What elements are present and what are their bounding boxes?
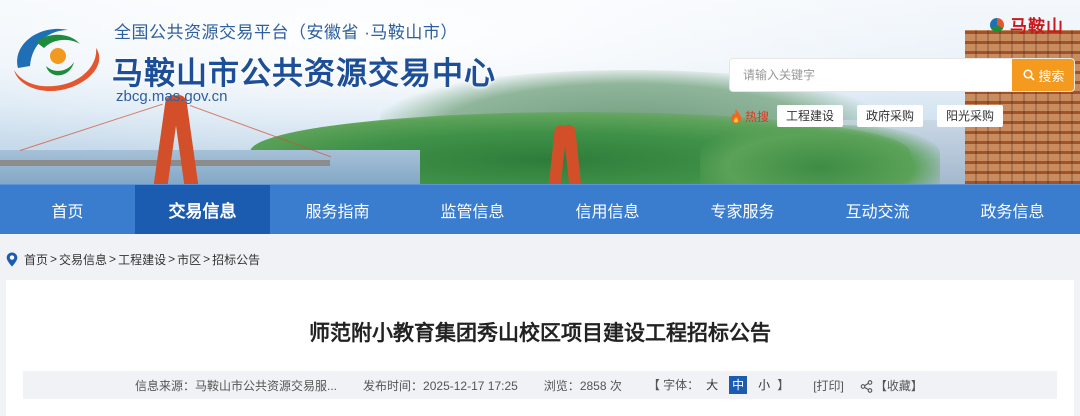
font-size-open: 【 字体： (647, 378, 700, 392)
breadcrumb-engineering[interactable]: 工程建设 (118, 251, 166, 268)
font-size-large-button[interactable]: 大 (703, 376, 721, 394)
nav-item-service-guide[interactable]: 服务指南 (270, 185, 405, 234)
favorite-button[interactable]: 【收藏】 (860, 377, 923, 394)
meta-time: 发布时间：2025-12-17 17:25 (363, 377, 518, 394)
font-size-small-button[interactable]: 小 (755, 376, 773, 394)
nav-item-supervision[interactable]: 监管信息 (405, 185, 540, 234)
breadcrumb-trading-info[interactable]: 交易信息 (59, 251, 107, 268)
meta-source-label: 信息来源： (135, 378, 196, 393)
search-box: 搜索 (729, 58, 1075, 92)
breadcrumb-separator: > (203, 252, 211, 266)
fire-icon (731, 109, 741, 123)
breadcrumb-separator: > (50, 252, 58, 266)
hot-tag-gov-procurement[interactable]: 政府采购 (857, 105, 924, 127)
favorite-label: 【收藏】 (874, 378, 923, 393)
meta-views-value: 2858 次 (579, 378, 622, 393)
search-button-label: 搜索 (1038, 68, 1065, 84)
font-size-control: 【 字体：大中小】 (648, 376, 789, 394)
nav-item-trading-info[interactable]: 交易信息 (135, 185, 270, 234)
banner-forest-right (700, 125, 940, 184)
breadcrumb: 首页 > 交易信息 > 工程建设 > 市区 > 招标公告 (6, 249, 260, 269)
main-nav: 首页 交易信息 服务指南 监管信息 信用信息 专家服务 互动交流 政务信息 (0, 184, 1080, 234)
meta-source: 信息来源：马鞍山市公共资源交易服... (135, 377, 337, 394)
article-title: 师范附小教育集团秀山校区项目建设工程招标公告 (309, 322, 771, 345)
search-button[interactable]: 搜索 (1012, 59, 1074, 91)
nav-item-government[interactable]: 政务信息 (945, 185, 1080, 234)
print-button[interactable]: [打印] (813, 377, 844, 394)
breadcrumb-separator: > (168, 252, 176, 266)
meta-time-label: 发布时间： (363, 378, 424, 393)
hot-search-text: 热搜 (745, 109, 770, 124)
meta-time-value: 2025-12-17 17:25 (423, 378, 518, 393)
search-icon (1023, 69, 1036, 81)
location-pin-icon (6, 252, 18, 266)
breadcrumb-home[interactable]: 首页 (24, 251, 48, 268)
site-logo-icon (14, 28, 100, 92)
building-logo-icon (990, 18, 1004, 32)
search-input[interactable] (730, 59, 1012, 91)
meta-views-label: 浏览： (543, 378, 580, 393)
site-domain: zbcg.mas.gov.cn (116, 88, 228, 105)
nav-item-home[interactable]: 首页 (0, 185, 135, 234)
hot-tag-sunshine-procurement[interactable]: 阳光采购 (937, 105, 1004, 127)
site-title[interactable]: 马鞍山市公共资源交易中心 (112, 48, 496, 93)
font-size-medium-button[interactable]: 中 (729, 376, 748, 394)
article-meta-bar: 信息来源：马鞍山市公共资源交易服... 发布时间：2025-12-17 17:2… (23, 371, 1057, 399)
article-card: 师范附小教育集团秀山校区项目建设工程招标公告 信息来源：马鞍山市公共资源交易服.… (6, 280, 1074, 416)
nav-item-interaction[interactable]: 互动交流 (810, 185, 945, 234)
hot-search-label: 热搜 (729, 108, 769, 125)
font-size-close: 】 (777, 378, 790, 392)
meta-views: 浏览：2858 次 (544, 377, 622, 394)
building-sign: 马鞍山 (1010, 17, 1064, 36)
site-logo[interactable] (10, 22, 106, 98)
meta-source-value: 马鞍山市公共资源交易服... (195, 378, 338, 393)
hot-search-row: 热搜 工程建设 政府采购 阳光采购 (729, 104, 1017, 128)
share-icon (860, 379, 873, 393)
platform-subtitle: 全国公共资源交易平台（安徽省 ·马鞍山市） (114, 23, 458, 42)
breadcrumb-city-district[interactable]: 市区 (177, 251, 201, 268)
nav-item-credit[interactable]: 信用信息 (540, 185, 675, 234)
hot-tag-engineering[interactable]: 工程建设 (777, 105, 844, 127)
breadcrumb-separator: > (109, 252, 117, 266)
nav-item-expert[interactable]: 专家服务 (675, 185, 810, 234)
breadcrumb-tender-notice[interactable]: 招标公告 (212, 251, 260, 268)
banner-river (0, 150, 420, 184)
